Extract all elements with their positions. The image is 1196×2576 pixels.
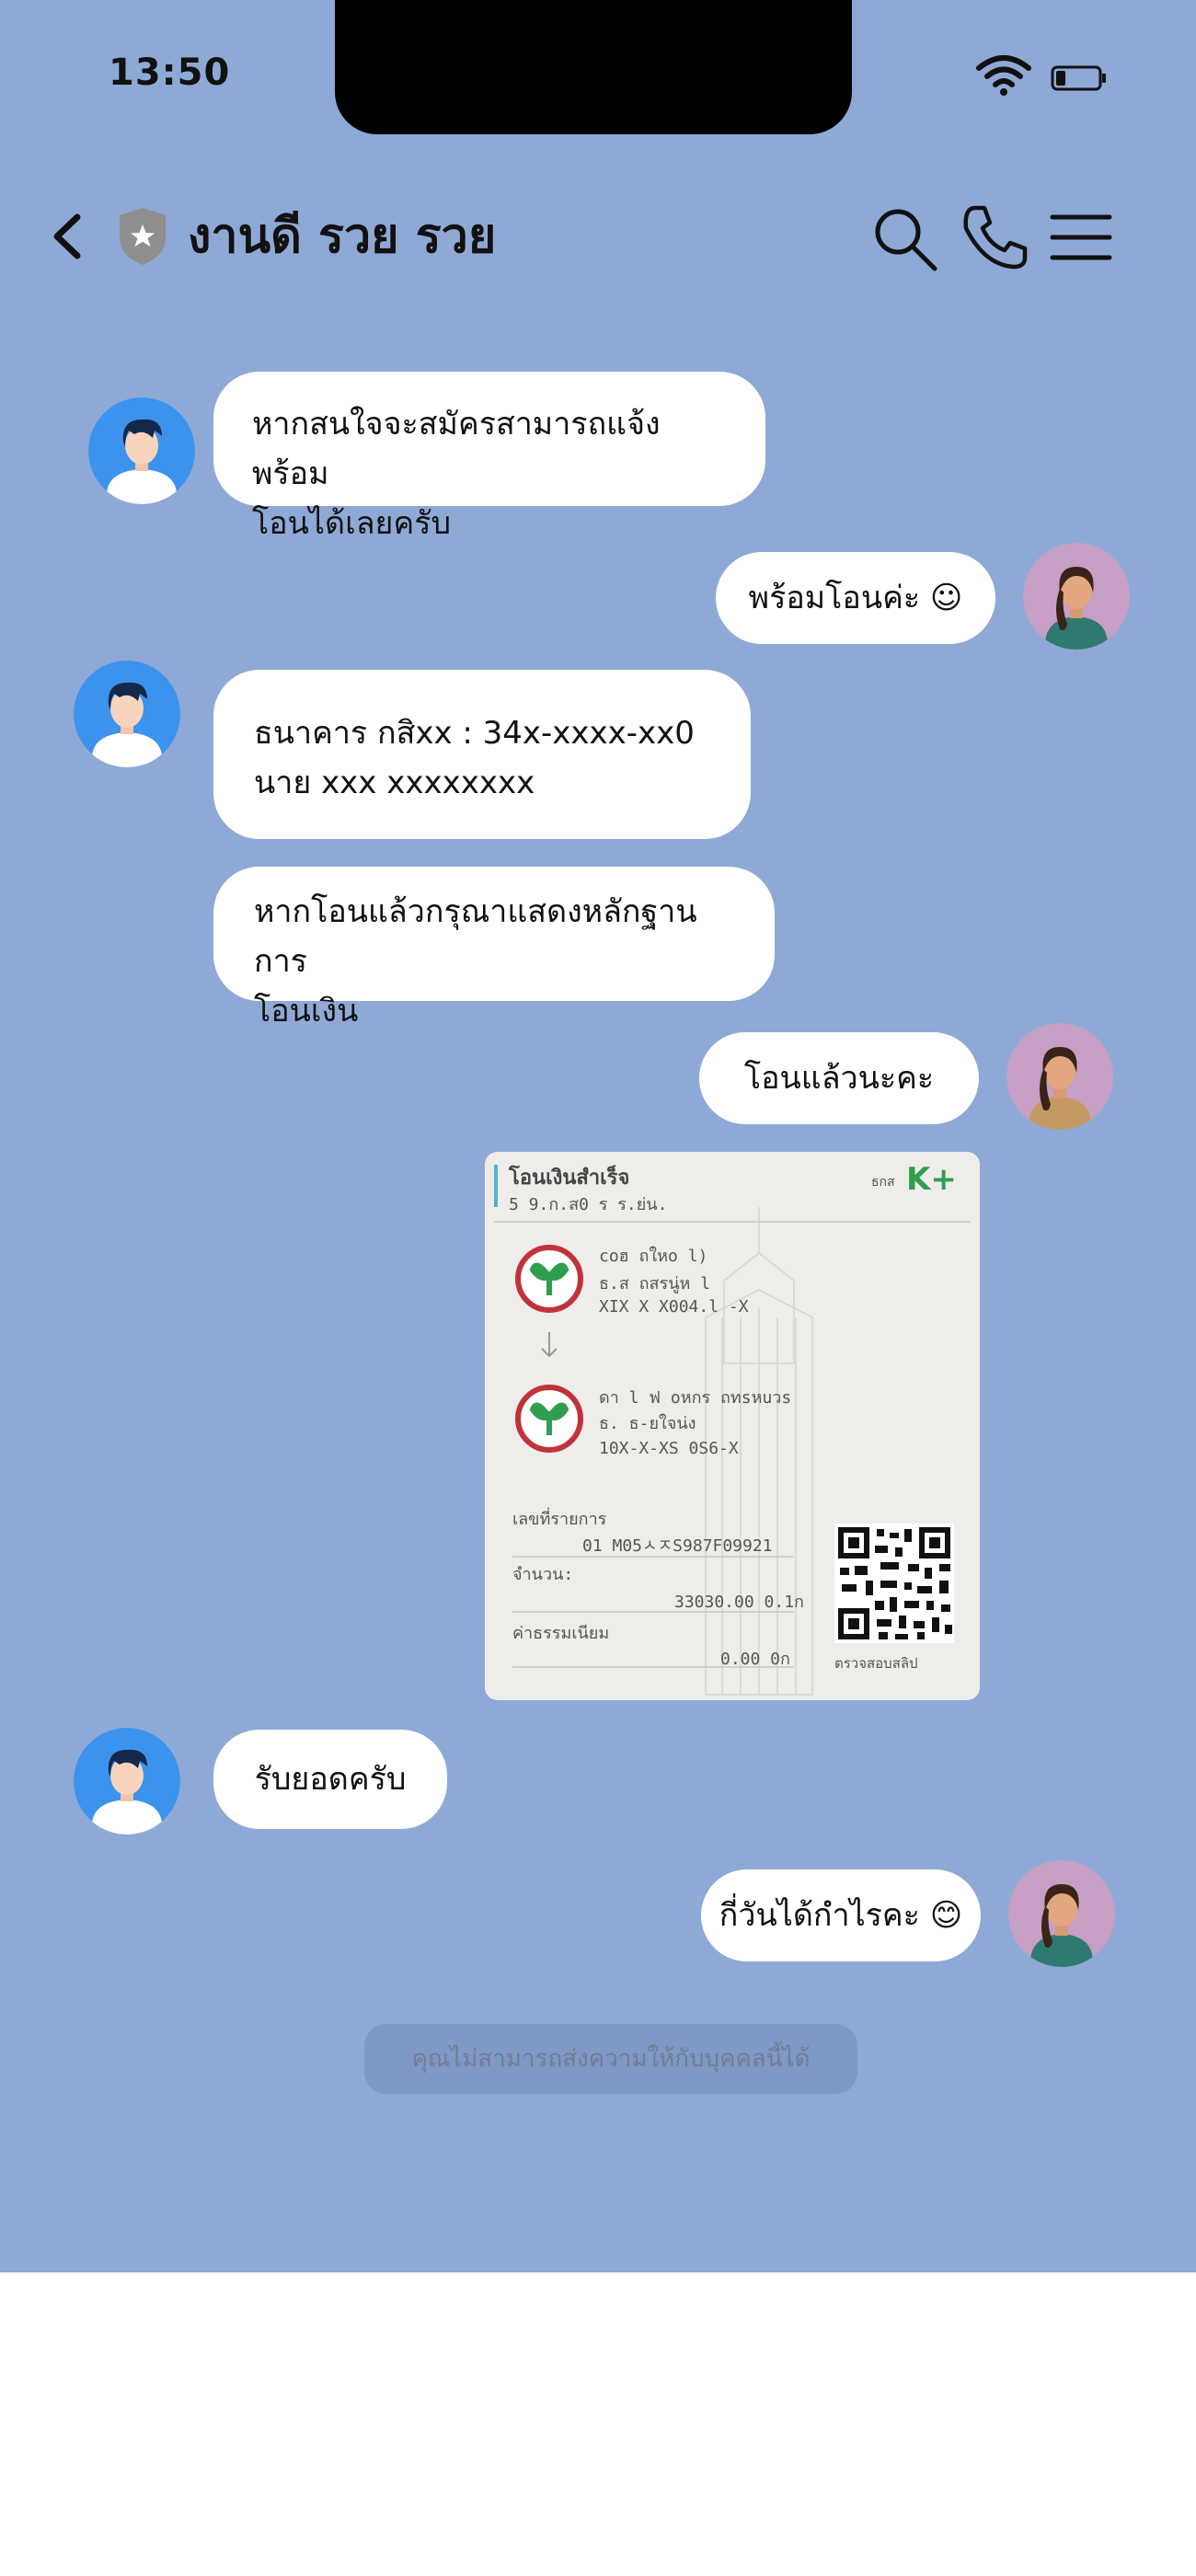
slip-from-bank: ธ.ส ถสรนู่ห l bbox=[599, 1274, 711, 1294]
slip-ref-value: 01 M05ㅅㅈS987F09921 bbox=[582, 1536, 773, 1556]
chat-header: งานดี รวย รวย bbox=[0, 184, 1196, 294]
camera-notch bbox=[335, 0, 852, 134]
slip-to-account: 10X-X-XS 0S6-X bbox=[599, 1439, 739, 1458]
shield-star-icon bbox=[120, 208, 166, 265]
slip-amount-value: 33030.00 0.1ก bbox=[674, 1593, 804, 1612]
slip-to-name: ดา l ฟ oหกร ถทsหuวs bbox=[599, 1388, 792, 1408]
male-avatar[interactable] bbox=[74, 661, 180, 767]
message-bubble-outgoing[interactable]: พร้อมโอนค่ะ ☺ bbox=[716, 552, 995, 644]
slip-amount-label: จำนวน: bbox=[512, 1565, 574, 1584]
transfer-slip-image[interactable]: โอนเงินสำเร็จ 5 9.ก.ส0 ร ร.ย่น. ธกส K+ c… bbox=[485, 1152, 980, 1700]
slip-title: โอนเงินสำเร็จ bbox=[509, 1167, 630, 1190]
female-avatar[interactable] bbox=[1023, 543, 1130, 650]
female-avatar[interactable] bbox=[1008, 1860, 1115, 1967]
male-avatar[interactable] bbox=[88, 397, 195, 504]
slip-from-account: XIX X X004.l -X bbox=[599, 1297, 749, 1317]
slip-fee-value: 0.00 0ก bbox=[720, 1650, 790, 1669]
slip-ref-label: เลขที่รายการ bbox=[512, 1510, 607, 1529]
slip-date: 5 9.ก.ส0 ร ร.ย่น. bbox=[509, 1195, 668, 1214]
blocked-notice: คุณไม่สามารถส่งความให้กับบุคคลนี้ได้ bbox=[364, 2024, 857, 2094]
kplus-logo: K+ bbox=[906, 1161, 957, 1198]
chat-screen: 13:50 งานดี รวย รวย หากสนใจจะสมัครสามารถ… bbox=[0, 0, 1196, 2272]
message-bubble-incoming[interactable]: หากโอนแล้วกรุณาแสดงหลักฐานการ โอนเงิน bbox=[213, 867, 775, 1029]
status-time: 13:50 bbox=[109, 52, 231, 94]
male-avatar[interactable] bbox=[74, 1728, 180, 1834]
slip-background-graphic bbox=[485, 1152, 980, 1700]
search-icon[interactable] bbox=[868, 202, 942, 276]
battery-icon bbox=[1051, 65, 1106, 91]
slip-from-name: coฮ ถใหo l) bbox=[599, 1247, 708, 1266]
slip-qr-caption: ตรวจสอบสลิป bbox=[834, 1655, 918, 1672]
menu-icon[interactable] bbox=[1049, 210, 1113, 265]
chat-title: งานดี รวย รวย bbox=[188, 209, 497, 264]
wifi-icon bbox=[976, 55, 1031, 96]
slip-fee-label: ค่าธรรมเนียม bbox=[512, 1624, 610, 1643]
message-bubble-outgoing[interactable]: โอนแล้วนะคะ bbox=[699, 1032, 979, 1124]
message-bubble-incoming[interactable]: รับยอดครับ bbox=[213, 1730, 447, 1829]
phone-icon[interactable] bbox=[957, 201, 1030, 274]
slip-to-bank: ธ. ธ-ยใจน่ง bbox=[599, 1414, 696, 1433]
message-bubble-incoming[interactable]: หากสนใจจะสมัครสามารถแจ้งพร้อม โอนได้เลยค… bbox=[213, 372, 765, 542]
female-avatar[interactable] bbox=[1006, 1023, 1113, 1130]
message-bubble-outgoing[interactable]: กี่วันได้กำไรคะ 😊 bbox=[701, 1869, 981, 1961]
back-arrow-icon[interactable] bbox=[46, 204, 92, 269]
qr-code bbox=[834, 1524, 954, 1643]
slip-brand-prefix: ธกส bbox=[871, 1175, 895, 1190]
message-bubble-incoming[interactable]: ธนาคาร กสิxx : 34x-xxxx-xx0 นาย xxx xxxx… bbox=[213, 670, 751, 839]
